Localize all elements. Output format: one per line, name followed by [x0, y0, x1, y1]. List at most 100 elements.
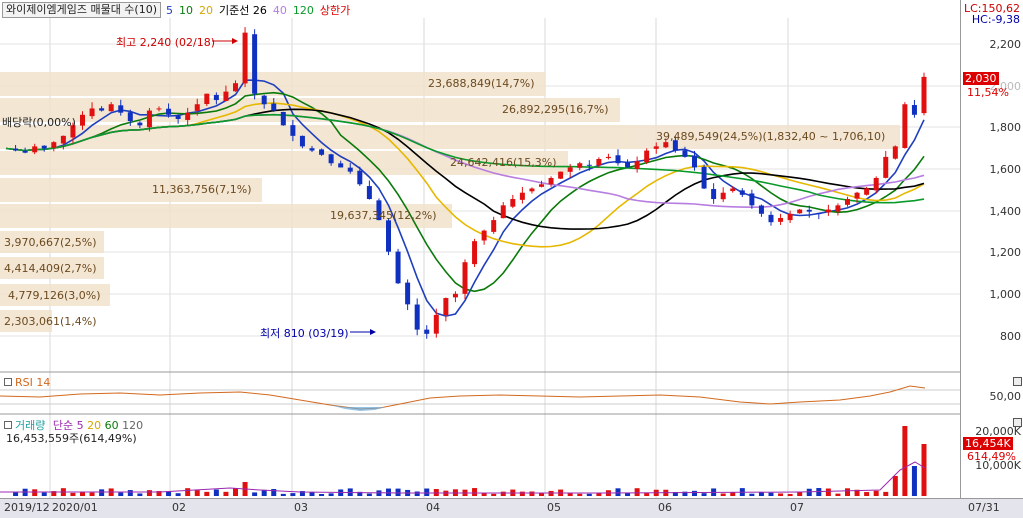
volume-bar [634, 488, 640, 496]
volume-bar [825, 488, 831, 496]
volume-bar [41, 492, 47, 496]
candle [127, 112, 133, 122]
candle [586, 164, 592, 166]
volume-bar [386, 488, 391, 496]
time-tick: 05 [547, 501, 561, 514]
candle [883, 156, 889, 178]
candle [80, 114, 85, 126]
candle [577, 163, 583, 168]
volume-bars [13, 426, 927, 496]
hc-readout: HC:-9,38 [971, 13, 1020, 26]
candle [22, 150, 28, 153]
candle [166, 108, 172, 115]
volume-bar [328, 493, 334, 496]
price-tick: 800 [1000, 330, 1021, 343]
candle [357, 170, 363, 185]
candle [261, 95, 267, 105]
candle [567, 167, 573, 172]
volume-bar [797, 492, 803, 496]
candle [146, 110, 152, 128]
current-volume-tag: 16,454K [963, 437, 1013, 450]
candle [233, 83, 238, 92]
candle [529, 188, 535, 192]
volume-bar [720, 493, 726, 496]
volume-bar [921, 444, 927, 496]
price-tick: 1,000 [989, 288, 1022, 301]
vp-label-4: 24,642,416(15,3%) [450, 156, 557, 169]
volume-bar [146, 490, 152, 496]
candle [309, 148, 315, 151]
volume-bar [185, 488, 191, 496]
candle [338, 163, 344, 168]
volume-bar [280, 493, 286, 496]
volume-bar [749, 493, 755, 496]
candle [625, 161, 631, 168]
time-tick: 2020/01 [52, 501, 98, 514]
candle [806, 209, 812, 212]
volume-bar [80, 492, 85, 496]
candle [299, 135, 305, 147]
volume-bar [644, 493, 650, 496]
candle [778, 217, 784, 222]
volume-bar [213, 489, 219, 496]
candle [615, 155, 621, 164]
time-tick: 04 [426, 501, 440, 514]
candle [481, 230, 487, 241]
candle [347, 167, 353, 172]
time-tick: 03 [294, 501, 308, 514]
candle [185, 112, 191, 120]
high-annotation: 최고 2,240 (02/18) [116, 36, 216, 49]
candle [500, 205, 506, 219]
volume-bar [32, 489, 38, 496]
vp-label-3: 39,489,549(24,5%)(1,832,40 ~ 1,706,10) [656, 130, 886, 143]
candle [328, 154, 334, 164]
dividend-annotation: 배당락(0,00%) [2, 116, 76, 129]
price-tick: 1,800 [989, 121, 1022, 134]
volume-bar [701, 493, 707, 496]
volume-bar [366, 493, 372, 496]
current-change: 11,54% [967, 86, 1009, 99]
vp-label-7: 3,970,667(2,5%) [4, 236, 97, 249]
volume-bar [137, 493, 143, 496]
candle [194, 104, 200, 111]
volume-bar [864, 492, 870, 496]
volume-bar [845, 488, 850, 496]
candle [921, 76, 927, 114]
panel-toggle-button[interactable] [1013, 377, 1022, 386]
candle [797, 209, 803, 214]
vp-label-9: 4,779,126(3,0%) [8, 289, 101, 302]
volume-bar [519, 491, 525, 496]
vp-label-1: 23,688,849(14,7%) [428, 77, 535, 90]
volume-bar [319, 493, 325, 496]
candle [558, 171, 564, 179]
volume-bar [911, 466, 917, 496]
time-axis: 2019/12 2020/01 02 03 04 05 06 07 07/31 [0, 498, 1023, 518]
volume-ma-line [0, 461, 926, 494]
candle [108, 104, 114, 112]
volume-bar [271, 489, 277, 496]
price-tick: 1,600 [989, 163, 1022, 176]
volume-bar [395, 488, 401, 496]
candle [319, 149, 325, 155]
low-annotation: 최저 810 (03/19) [260, 327, 349, 340]
volume-bar [730, 492, 736, 496]
candle [443, 298, 449, 316]
rsi-panel [0, 385, 960, 411]
candle [118, 105, 124, 113]
candle [433, 314, 439, 334]
volume-bar [835, 493, 841, 496]
price-tick: 1,200 [989, 246, 1022, 259]
candle [137, 122, 143, 126]
vp-label-2: 26,892,295(16,7%) [502, 103, 609, 116]
volume-bar [758, 492, 764, 496]
candle [271, 103, 277, 111]
volume-bar [577, 493, 583, 496]
panel-toggle-button[interactable] [1013, 418, 1022, 427]
volume-bar [567, 493, 573, 496]
price-chart[interactable] [0, 0, 960, 498]
candle [864, 188, 870, 195]
candle [280, 111, 286, 126]
volume-bar [615, 488, 621, 496]
volume-bar [692, 490, 697, 496]
current-price-tag: 2,030 [963, 72, 999, 85]
